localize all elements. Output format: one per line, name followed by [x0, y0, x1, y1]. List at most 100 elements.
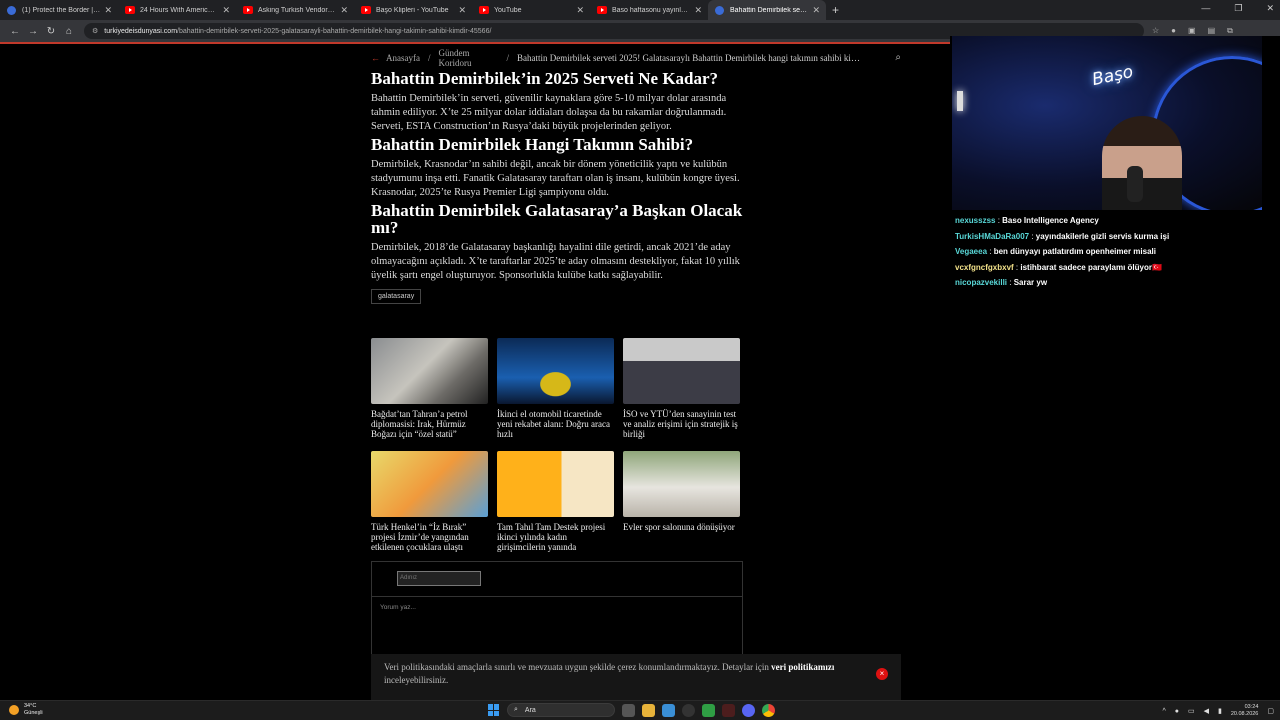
webcam-feed: Başo [952, 36, 1262, 210]
tab-title: 24 Hours With America's Most [140, 6, 218, 14]
related-card-image[interactable] [497, 338, 614, 404]
section-heading: Bahattin Demirbilek Hangi Takımın Sahibi… [371, 135, 694, 154]
related-card-title[interactable]: Bağdat’tan Tahran’a petrol diplomasisi: … [371, 409, 488, 439]
taskbar-apps: ⌕ Ara [488, 703, 775, 717]
related-card-image[interactable] [497, 451, 614, 517]
clock[interactable]: 03:24 20.08.2026 [1231, 704, 1259, 718]
breadcrumb-category[interactable]: Gündem Koridoru [439, 48, 499, 68]
print-icon[interactable]: ▣ [1188, 26, 1196, 36]
tab-title: Asking Turkish Vendors for a D [258, 6, 336, 14]
search-icon[interactable]: ⌕ [895, 52, 901, 63]
extension-icon[interactable]: ● [1171, 26, 1176, 36]
tray-chevron-icon[interactable]: ^ [1162, 708, 1165, 715]
breadcrumb-separator: / [506, 53, 510, 63]
media-app-icon[interactable] [702, 703, 715, 717]
microphone-icon[interactable]: ● [1175, 708, 1179, 715]
widgets-icon[interactable] [662, 703, 675, 717]
translate-icon[interactable]: ▤ [1208, 26, 1216, 36]
close-tab-icon[interactable]: ✕ [694, 5, 702, 16]
reload-icon[interactable]: ↻ [42, 26, 60, 37]
related-card-image[interactable] [371, 338, 488, 404]
bookmark-star-icon[interactable]: ☆ [1152, 26, 1159, 36]
battery-icon[interactable]: ▮ [1218, 707, 1222, 715]
privacy-policy-link[interactable]: veri politikamızı [771, 662, 834, 672]
related-card[interactable]: Türk Henkel’in “İz Bırak” projesi İzmir’… [371, 451, 488, 552]
minimize-icon[interactable]: — [1201, 3, 1210, 14]
chat-username[interactable]: nexusszss [955, 216, 995, 225]
back-icon[interactable]: ← [6, 26, 24, 37]
close-tab-icon[interactable]: ✕ [340, 5, 348, 16]
home-icon[interactable]: ⌂ [60, 26, 78, 37]
chat-username[interactable]: Vegaeea [955, 247, 987, 256]
close-window-icon[interactable]: ✕ [1266, 3, 1274, 14]
related-card-image[interactable] [371, 451, 488, 517]
chat-username[interactable]: nicopazvekilli [955, 278, 1007, 287]
volume-icon[interactable]: ◀ [1204, 707, 1209, 715]
task-view-icon[interactable] [622, 703, 635, 717]
browser-tab[interactable]: Başo Klipleri - YouTube ✕ [354, 0, 472, 20]
new-tab-button[interactable]: + [832, 3, 839, 17]
related-card[interactable]: Evler spor salonuna dönüşüyor [623, 451, 740, 552]
clock-date: 20.08.2026 [1230, 711, 1259, 717]
chat-username[interactable]: vcxfgncfgxbxvf [955, 263, 1014, 272]
file-explorer-icon[interactable] [642, 703, 655, 717]
related-card[interactable]: Bağdat’tan Tahran’a petrol diplomasisi: … [371, 338, 488, 439]
section-heading: Bahattin Demirbilek’in 2025 Serveti Ne K… [371, 69, 719, 88]
youtube-icon [479, 6, 489, 14]
related-card-title[interactable]: İSO ve YTÜ’den sanayinin test ve analiz … [623, 409, 740, 439]
discord-icon [7, 6, 16, 15]
clock-time: 03:24 [1244, 704, 1259, 710]
extensions-puzzle-icon[interactable]: ⧉ [1227, 26, 1233, 36]
close-tab-icon[interactable]: ✕ [576, 5, 584, 16]
related-card-image[interactable] [623, 451, 740, 517]
browser-tab[interactable]: Asking Turkish Vendors for a D ✕ [236, 0, 354, 20]
close-tab-icon[interactable]: ✕ [458, 5, 466, 16]
related-articles-grid: Bağdat’tan Tahran’a petrol diplomasisi: … [371, 338, 743, 552]
related-card-title[interactable]: İkinci el otomobil ticaretinde yeni reka… [497, 409, 614, 439]
browser-tab[interactable]: YouTube ✕ [472, 0, 590, 20]
maximize-icon[interactable]: ❐ [1234, 3, 1242, 14]
related-card-image[interactable] [623, 338, 740, 404]
browser-tab[interactable]: Bahattin Demirbilek serveti 202 ✕ [708, 0, 826, 20]
chat-separator: : [987, 247, 994, 256]
close-tab-icon[interactable]: ✕ [812, 5, 820, 16]
notifications-icon[interactable]: ▢ [1267, 707, 1274, 715]
browser-tab[interactable]: (1) Protect the Border | Play on ✕ [0, 0, 118, 20]
terminal-icon[interactable] [722, 703, 735, 717]
chat-message: vcxfgncfgxbxvf : istihbarat sadece paray… [955, 260, 1275, 276]
related-card-title[interactable]: Tam Tahıl Tam Destek projesi ikinci yılı… [497, 522, 614, 552]
related-card[interactable]: İSO ve YTÜ’den sanayinin test ve analiz … [623, 338, 740, 439]
related-card-title[interactable]: Türk Henkel’in “İz Bırak” projesi İzmir’… [371, 522, 488, 552]
steam-icon[interactable] [682, 703, 695, 717]
weather-widget[interactable]: 34°C Güneşli [9, 703, 43, 717]
section-paragraph: Demirbilek, Krasnodar’ın sahibi değil, a… [371, 159, 740, 198]
cookie-close-button[interactable]: × [876, 668, 888, 680]
comment-textarea[interactable]: Yorum yaz... [380, 604, 416, 611]
network-icon[interactable]: ▭ [1188, 707, 1195, 715]
breadcrumb-home[interactable]: Anasayfa [386, 53, 420, 63]
lamp-light [957, 91, 963, 111]
chat-username[interactable]: TurkisHMaDaRa007 [955, 232, 1029, 241]
related-card[interactable]: Tam Tahıl Tam Destek projesi ikinci yılı… [497, 451, 614, 552]
discord-icon[interactable] [742, 703, 755, 717]
close-tab-icon[interactable]: ✕ [104, 5, 112, 16]
chat-text: yayındakilerle gizli servis kurma işi [1035, 231, 1170, 241]
forward-icon[interactable]: → [24, 26, 42, 37]
chat-text: ben dünyayı patlatırdım openheimer misal… [993, 247, 1156, 256]
related-card-title[interactable]: Evler spor salonuna dönüşüyor [623, 522, 740, 552]
sun-icon [9, 705, 19, 715]
comment-form: Adınız Yorum yaz... [371, 561, 743, 661]
close-tab-icon[interactable]: ✕ [222, 5, 230, 16]
related-card[interactable]: İkinci el otomobil ticaretinde yeni reka… [497, 338, 614, 439]
chrome-icon[interactable] [762, 703, 775, 717]
chat-text: istihbarat sadece paraylamı ölüyor🇹🇷 [1020, 262, 1162, 272]
tab-title: YouTube [494, 6, 522, 14]
taskbar-search[interactable]: ⌕ Ara [507, 703, 615, 717]
windows-start-icon[interactable] [488, 704, 500, 716]
tag-link[interactable]: galatasaray [371, 289, 422, 304]
browser-tab[interactable]: 24 Hours With America's Most ✕ [118, 0, 236, 20]
browser-tab[interactable]: Baso haftasonu yayınları komik ✕ [590, 0, 708, 20]
name-input[interactable]: Adınız [397, 571, 481, 586]
search-icon: ⌕ [514, 706, 518, 713]
site-info-icon[interactable]: ⚙ [92, 27, 98, 35]
